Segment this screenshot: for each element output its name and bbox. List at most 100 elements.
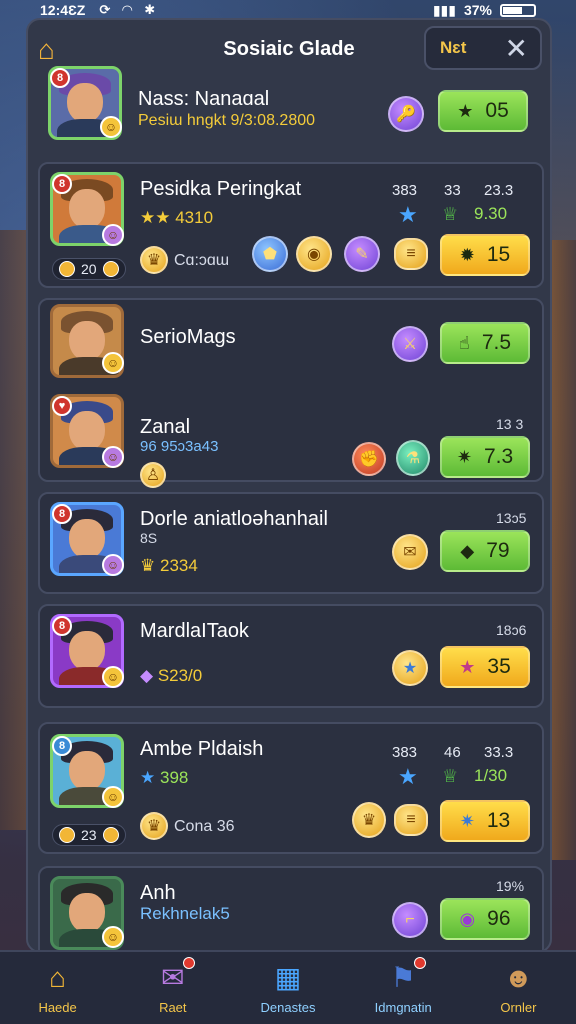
star-icon: ★ — [457, 100, 474, 121]
star-icon: ★ — [398, 764, 418, 789]
sword-icon[interactable]: ⚔ — [392, 326, 428, 362]
stat-bottom: 1/30 — [474, 766, 508, 785]
rank-badge: 8 — [52, 174, 72, 194]
home-icon: ⌂ — [49, 961, 67, 993]
leaderboard-row[interactable]: 8 ☺ Dorle aniatloəhanhail 8S ♛ 2334 13ɔ5… — [38, 492, 544, 594]
star-icon: ★ — [459, 656, 476, 677]
rank-badge: 8 — [50, 68, 70, 88]
star-icon: ★ — [140, 768, 156, 787]
achievement-badge: ☺ — [100, 116, 122, 138]
star-icon[interactable]: ★ — [392, 650, 428, 686]
score-button[interactable]: ✷ 13 — [440, 800, 530, 842]
stat-value: 13 3 — [496, 416, 524, 432]
rank-badge: 8 — [52, 736, 72, 756]
coin-stack-icon: ≡ — [394, 238, 428, 270]
sync-icon: ⟳ — [99, 2, 111, 17]
nav-donates[interactable]: ▦ Denastes — [230, 952, 345, 1024]
player-name: Anh — [140, 882, 176, 904]
player-subtitle: ♛ 2334 — [140, 556, 198, 575]
star-icon: ★★ — [140, 208, 171, 227]
badge-icon: ✹ — [459, 244, 475, 265]
nav-other[interactable]: ☻ Ornler — [461, 952, 576, 1024]
scroll-icon[interactable]: ✉ — [392, 534, 428, 570]
coin-icon[interactable]: ◉ — [296, 236, 332, 272]
score-button[interactable]: ★ 05 — [438, 90, 528, 132]
boot-icon[interactable]: ⌐ — [392, 902, 428, 938]
map-icon: ⚑ — [391, 957, 426, 994]
coin-pill: 20 — [52, 258, 126, 280]
status-bar: 12:4ƐZ ⟳ ◠ ✱ ▮▮▮ 37% — [0, 0, 576, 20]
leaderboard-row[interactable]: 8 ☺ Ambe Pldaish ★ 398 23 ♛ Cona 36 ♛ ≡ … — [38, 722, 544, 854]
achievement-badge: ☺ — [102, 224, 124, 246]
potion-icon[interactable]: ⚗ — [396, 440, 430, 476]
star-icon: ★ — [398, 202, 418, 227]
crown-icon: ♕ — [442, 204, 459, 224]
calendar-icon: ▦ — [274, 962, 302, 993]
nav-home[interactable]: ⌂ Haede — [0, 952, 115, 1024]
achievement-badge: ☺ — [102, 786, 124, 808]
player-subtitle: ★ 398 — [140, 768, 189, 787]
gear-icon: ✷ — [459, 810, 475, 831]
trophy-icon: ♛ — [140, 556, 156, 575]
score-button[interactable]: ✹ 15 — [440, 234, 530, 276]
score-button[interactable]: ◆ 79 — [440, 530, 530, 572]
score-value: 35 — [487, 655, 511, 678]
score-value: 79 — [486, 539, 510, 562]
player-subtitle: Rekhnelak5 — [140, 904, 230, 923]
stat-a: 383 — [392, 744, 418, 761]
achievement-badge: ☺ — [102, 666, 124, 688]
achievement-badge: ☺ — [102, 926, 124, 948]
player-subtitle: ★★ 4310 — [140, 208, 214, 227]
hand-icon: ☝ — [458, 332, 470, 353]
battery-icon — [500, 3, 536, 17]
player-subtitle: Pesiɯ hngkt 9/3:08.2800 — [138, 112, 316, 129]
crown-icon: ♕ — [442, 766, 459, 786]
shield-icon: ♙ — [140, 462, 166, 488]
achievement-badge: ☺ — [102, 352, 124, 374]
nav-label: Haede — [38, 999, 77, 1015]
gem-icon: ◆ — [460, 540, 475, 561]
player-subtitle: ◆ S23/0 — [140, 666, 203, 685]
coin-pill: 23 — [52, 824, 126, 846]
gem-icon: ◉ — [459, 908, 476, 929]
bottom-nav: ⌂ Haede ✉ Raet ▦ Denastes ⚑ Idmgnatin ☻ … — [0, 950, 576, 1024]
stat-bottom: 9.30 — [474, 204, 508, 223]
score-button[interactable]: ✷ 7.3 — [440, 436, 530, 478]
player-label: Cɑ:ɔɑɯ — [174, 252, 230, 269]
nav-label: Raet — [159, 1000, 187, 1015]
nav-rewards[interactable]: ✉ Raet — [115, 952, 230, 1024]
player-name: Ambe Pldaish — [140, 738, 264, 760]
player-subtitle: 96 95ɔ3a43 — [140, 438, 219, 455]
leaderboard-row[interactable]: ☺ SerioMags ⚔ ☝ 7.5 ♥ ☺ Zanal 96 95ɔ3a43… — [38, 298, 544, 488]
score-button[interactable]: ◉ 96 — [440, 898, 530, 940]
fist-icon[interactable]: ✊ — [352, 442, 386, 476]
leaderboard-row[interactable]: ☺ Anh Rekhnelak5 19% ⌐ ◉ 96 — [38, 866, 544, 951]
gem-icon: ◆ — [140, 666, 154, 685]
score-value: 13 — [486, 809, 511, 832]
stat-value: 19% — [496, 878, 525, 894]
trophy-icon: ♛ — [140, 812, 168, 840]
leaderboard-row[interactable]: 8 ☺ Nass: Nanaɑal Pesiɯ hngkt 9/3:08.280… — [38, 60, 544, 152]
trophy-icon[interactable]: ♛ — [352, 802, 386, 838]
score-button[interactable]: ☝ 7.5 — [440, 322, 530, 364]
score-value: 15 — [486, 243, 511, 266]
leaderboard-panel: ⌂ Sosiaic Glade Nɛt ✕ 8 ☺ Nass: Nanaɑal … — [26, 18, 552, 953]
nav-navigation[interactable]: ⚑ Idmgnatin — [346, 952, 461, 1024]
rank-badge: ♥ — [52, 396, 72, 416]
achievement-badge: ☺ — [102, 446, 124, 468]
notification-icon: ✱ — [144, 2, 156, 17]
stat-c: 23.3 — [484, 182, 514, 199]
gear-icon: ✷ — [456, 446, 472, 467]
key-icon[interactable]: 🔑 — [388, 96, 424, 132]
player-name: Pesidka Peringkat — [140, 178, 302, 200]
score-value: 05 — [485, 99, 509, 122]
leaderboard-row[interactable]: 8 ☺ MardlaITaok ◆ S23/0 18ɔ6 ★ ★ 35 — [38, 604, 544, 708]
shield-icon[interactable]: ⬟ — [252, 236, 288, 272]
rank-badge: 8 — [52, 504, 72, 524]
stat-b: 33 — [444, 182, 461, 199]
leaderboard-row[interactable]: 8 ☺ Pesidka Peringkat ★★ 4310 20 ♛ Cɑ:ɔɑ… — [38, 162, 544, 288]
score-button[interactable]: ★ 35 — [440, 646, 530, 688]
gem-icon[interactable]: ✎ — [344, 236, 380, 272]
envelope-icon: ✉ — [161, 957, 195, 994]
next-label: Nɛt — [440, 38, 467, 57]
